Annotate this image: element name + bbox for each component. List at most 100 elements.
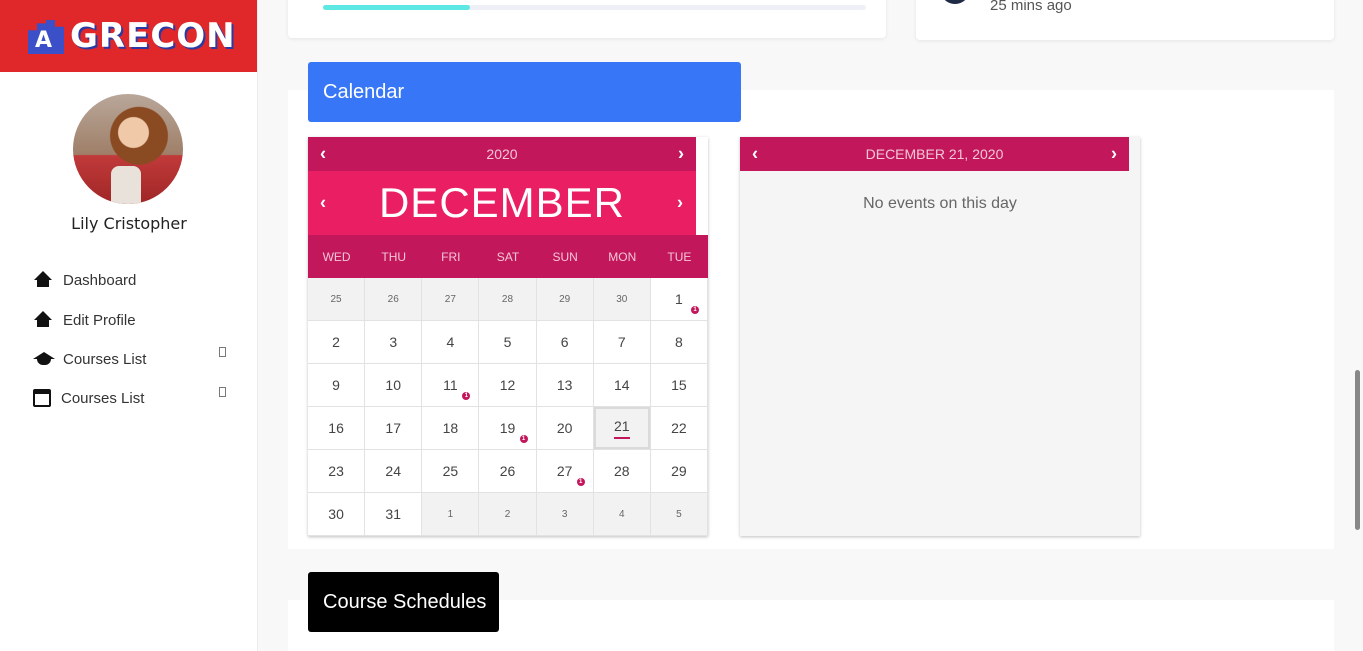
nav-item-edit-profile[interactable]: Edit Profile <box>33 310 136 330</box>
calendar-day[interactable]: 27 <box>422 278 480 321</box>
calendar-day[interactable]: 5 <box>650 493 708 536</box>
calendar-day[interactable]: 26 <box>479 450 537 493</box>
calendar-day[interactable]: 19 1 <box>479 407 537 450</box>
nav-item-dashboard[interactable]: Dashboard <box>33 270 136 290</box>
nav-item-label: Dashboard <box>63 271 137 289</box>
calendar-day[interactable]: 25 <box>422 450 480 493</box>
calendar-weekday-header: WED THU FRI SAT SUN MON TUE <box>308 235 708 278</box>
calendar-day-number: 18 <box>442 420 459 436</box>
calendar-month-bar: ‹ DECEMBER › <box>308 171 696 235</box>
calendar-day[interactable]: 29 <box>536 278 594 321</box>
progress-bar <box>323 5 866 10</box>
calendar-day[interactable]: 3 <box>536 493 594 536</box>
calendar-day-number: 30 <box>328 506 344 522</box>
event-badge: 1 <box>690 306 699 314</box>
calendar-day-number: 12 <box>499 377 516 393</box>
calendar-day-number: 8 <box>675 334 683 350</box>
event-badge: 1 <box>462 392 471 400</box>
page-scrollbar[interactable] <box>1355 370 1360 530</box>
calendar-day[interactable]: 4 <box>422 321 480 364</box>
calendar-day[interactable]: 2 <box>308 321 366 364</box>
calendar-day-number: 25 <box>442 463 459 479</box>
calendar-day[interactable]: 8 <box>650 321 708 364</box>
calendar-day[interactable]: 1 <box>422 493 480 536</box>
calendar-day[interactable]: 11 1 <box>422 364 480 407</box>
calendar-day-number: 28 <box>501 293 514 305</box>
calendar-day-number: 27 <box>444 293 456 305</box>
calendar-day[interactable]: 16 <box>308 407 366 450</box>
weekday-label: SAT <box>496 249 520 264</box>
calendar-day-grid: 25 26 27 28 29 30 1 1 2 3 4 5 6 7 8 9 10 11 1 12 13 14 15 16 17 1… <box>308 278 708 536</box>
calendar-day[interactable]: 10 <box>365 364 423 407</box>
calendar-day[interactable]: 31 <box>365 493 423 536</box>
calendar-day[interactable]: 26 <box>365 278 423 321</box>
calendar-day-number: 5 <box>503 334 512 350</box>
calendar-day-number: 22 <box>671 420 687 436</box>
calendar-day-number: 28 <box>613 463 630 479</box>
calendar-day-number: 25 <box>330 293 342 305</box>
expand-icon[interactable] <box>219 347 226 357</box>
brand-logo-icon: A <box>26 14 66 58</box>
calendar-day[interactable]: 7 <box>593 321 651 364</box>
calendar-day-number: 13 <box>556 377 573 393</box>
calendar-day-number: 24 <box>385 463 401 479</box>
calendar-day-number: 4 <box>446 334 455 350</box>
calendar-widget: ‹ 2020 › ‹ DECEMBER › WED THU FRI SAT SUN MON… <box>308 137 708 536</box>
calendar-day-number: 15 <box>671 377 687 393</box>
expand-icon[interactable] <box>219 387 226 397</box>
calendar-day[interactable]: 2 <box>479 493 537 536</box>
brand-bar[interactable]: A GRECON <box>0 0 257 72</box>
calendar-day[interactable]: 28 <box>479 278 537 321</box>
calendar-day[interactable]: 14 <box>593 364 651 407</box>
nav-item-courses-list[interactable]: Courses List <box>33 347 226 369</box>
calendar-day-number: 26 <box>499 463 516 479</box>
calendar-day-number: 17 <box>385 420 401 436</box>
calendar-day[interactable]: 11 <box>650 278 708 321</box>
graduation-cap-icon <box>33 349 55 369</box>
calendar-day[interactable]: 5 <box>479 321 537 364</box>
prev-year-button[interactable]: ‹ <box>320 144 326 165</box>
calendar-day[interactable]: 24 <box>365 450 423 493</box>
calendar-day[interactable]: 18 <box>422 407 480 450</box>
prev-day-button[interactable]: ‹ <box>752 144 758 165</box>
events-panel: ‹ DECEMBER 21, 2020 › No events on this … <box>740 137 1140 536</box>
calendar-day[interactable]: 22 <box>650 407 708 450</box>
calendar-day-number: 11 <box>443 377 458 393</box>
calendar-day-number: 31 <box>385 506 401 522</box>
calendar-day[interactable]: 13 <box>536 364 594 407</box>
calendar-day[interactable]: 4 <box>593 493 651 536</box>
calendar-day[interactable]: 23 <box>308 450 366 493</box>
calendar-day[interactable]: 25 <box>308 278 366 321</box>
calendar-day-number: 2 <box>504 508 511 520</box>
calendar-day[interactable]: 3 <box>365 321 423 364</box>
nav-item-label: Edit Profile <box>63 311 136 329</box>
calendar-day-selected[interactable]: 21 <box>593 407 651 450</box>
calendar-day[interactable]: 30 <box>593 278 651 321</box>
calendar-day-number: 20 <box>556 420 573 436</box>
activity-card <box>916 0 1334 40</box>
next-day-button[interactable]: › <box>1111 144 1117 165</box>
calendar-day[interactable]: 29 <box>650 450 708 493</box>
next-year-button[interactable]: › <box>678 144 684 165</box>
calendar-day[interactable]: 17 <box>365 407 423 450</box>
calendar-day-number: 16 <box>328 420 344 436</box>
calendar-day[interactable]: 15 <box>650 364 708 407</box>
calendar-month: DECEMBER <box>378 179 626 226</box>
nav-item-label: Courses List <box>63 350 147 368</box>
calendar-day[interactable]: 9 <box>308 364 366 407</box>
calendar-day-number: 3 <box>389 334 398 350</box>
calendar-day[interactable]: 12 <box>479 364 537 407</box>
nav-item-courses-list-2[interactable]: Courses List <box>33 387 226 407</box>
calendar-day-number: 21 <box>613 418 630 439</box>
prev-month-button[interactable]: ‹ <box>320 193 327 214</box>
next-month-button[interactable]: › <box>677 193 684 214</box>
events-date-bar: ‹ DECEMBER 21, 2020 › <box>740 137 1129 171</box>
calendar-day-number: 26 <box>387 293 399 305</box>
schedules-section-title: Course Schedules <box>308 572 499 632</box>
calendar-day[interactable]: 30 <box>308 493 366 536</box>
events-date: DECEMBER 21, 2020 <box>865 146 1004 162</box>
calendar-day[interactable]: 27 1 <box>536 450 594 493</box>
calendar-day[interactable]: 6 <box>536 321 594 364</box>
calendar-day[interactable]: 20 <box>536 407 594 450</box>
calendar-day[interactable]: 28 <box>593 450 651 493</box>
